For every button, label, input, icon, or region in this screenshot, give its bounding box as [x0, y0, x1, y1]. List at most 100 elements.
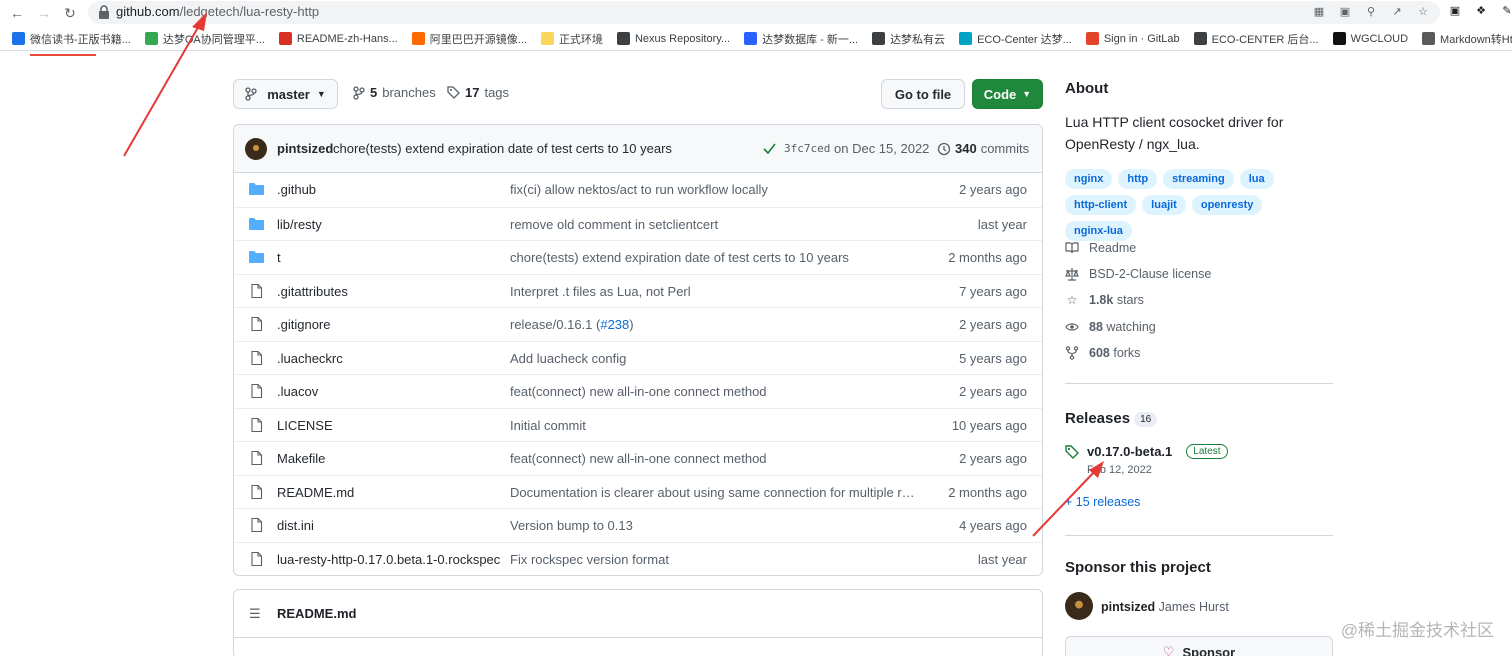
- zoom-icon[interactable]: ⚲: [1364, 5, 1378, 19]
- topic-tag[interactable]: streaming: [1163, 169, 1234, 189]
- forks-link[interactable]: 608 forks: [1065, 346, 1140, 360]
- file-name-link[interactable]: .gitattributes: [277, 284, 348, 299]
- topic-tag[interactable]: luajit: [1142, 195, 1186, 215]
- bookmark-item[interactable]: 达梦私有云: [872, 31, 945, 47]
- file-commit-message-link[interactable]: Interpret .t files as Lua, not Perl: [510, 284, 691, 299]
- file-commit-message-link[interactable]: chore(tests) extend expiration date of t…: [510, 250, 849, 265]
- bookmark-item[interactable]: 达梦OA协同管理平...: [144, 31, 265, 47]
- branch-select-button[interactable]: master ▼: [233, 79, 338, 109]
- tags-count: 17: [465, 85, 480, 100]
- readme-title[interactable]: README.md: [277, 606, 356, 621]
- file-commit-message-link[interactable]: fix(ci) allow nektos/act to run workflow…: [510, 182, 768, 197]
- releases-heading[interactable]: Releases 16: [1065, 410, 1158, 427]
- topic-tag[interactable]: nginx-lua: [1065, 221, 1132, 241]
- commit-sha[interactable]: 3fc7ced: [784, 142, 830, 155]
- file-commit-message-link[interactable]: feat(connect) new all-in-one connect met…: [510, 451, 767, 466]
- file-name-link[interactable]: t: [277, 250, 281, 265]
- file-row: .github fix(ci) allow nektos/act to run w…: [234, 173, 1042, 207]
- latest-release-tag[interactable]: v0.17.0-beta.1: [1087, 444, 1172, 459]
- more-releases-link[interactable]: + 15 releases: [1065, 495, 1140, 509]
- topic-tag[interactable]: http-client: [1065, 195, 1137, 215]
- file-name-link[interactable]: README.md: [277, 485, 354, 500]
- file-commit-message-link[interactable]: Version bump to 0.13: [510, 518, 633, 533]
- share-icon[interactable]: ↗: [1390, 5, 1404, 19]
- repo-description: Lua HTTP client cosocket driver for Open…: [1065, 114, 1284, 152]
- bookmark-item[interactable]: Markdown转Html...: [1422, 31, 1512, 47]
- license-link[interactable]: BSD-2-Clause license: [1065, 267, 1211, 281]
- extension-icon[interactable]: ❖: [1474, 4, 1488, 18]
- bookmark-item[interactable]: 正式环境: [540, 31, 603, 47]
- translate-icon[interactable]: ▦: [1312, 5, 1326, 19]
- readme-link[interactable]: Readme: [1065, 241, 1136, 255]
- back-icon[interactable]: ←: [8, 4, 26, 22]
- file-name-link[interactable]: Makefile: [277, 451, 325, 466]
- bookmark-item[interactable]: Nexus Repository...: [616, 32, 731, 45]
- sponsor-user[interactable]: pintsized James Hurst: [1101, 600, 1229, 614]
- check-icon[interactable]: [763, 143, 776, 154]
- file-age: 2 years ago: [959, 317, 1027, 332]
- file-commit-message-link[interactable]: Add luacheck config: [510, 351, 626, 366]
- file-name-link[interactable]: dist.ini: [277, 518, 314, 533]
- bookmark-item[interactable]: WGCLOUD: [1332, 32, 1408, 45]
- commit-message[interactable]: chore(tests) extend expiration date of t…: [333, 141, 672, 156]
- branches-link[interactable]: 5 branches: [353, 85, 436, 100]
- commits-link[interactable]: 340 commits: [937, 141, 1029, 156]
- file-commit-message-link[interactable]: Documentation is clearer about using sam…: [510, 485, 920, 500]
- watching-link[interactable]: 88 watching: [1065, 320, 1156, 334]
- bookmark-item[interactable]: ECO-Center 达梦...: [959, 31, 1072, 47]
- file-name-link[interactable]: .luacheckrc: [277, 351, 343, 366]
- bookmark-item[interactable]: 阿里巴巴开源镜像...: [411, 31, 527, 47]
- tags-link[interactable]: 17 tags: [447, 85, 509, 100]
- bookmark-item[interactable]: Sign in · GitLab: [1085, 32, 1180, 45]
- bookmark-label: Sign in · GitLab: [1103, 32, 1180, 45]
- topic-tag[interactable]: nginx: [1065, 169, 1113, 189]
- sponsor-username: pintsized: [1101, 600, 1156, 614]
- file-name-link[interactable]: .github: [277, 182, 316, 197]
- address-bar[interactable]: github.com/ledgetech/lua-resty-http ▦ ▣ …: [88, 1, 1440, 24]
- bookmark-favicon-icon: [616, 32, 630, 45]
- code-button[interactable]: Code ▼: [972, 79, 1043, 109]
- bookmark-label: Nexus Repository...: [634, 32, 731, 45]
- avatar[interactable]: [1065, 592, 1093, 620]
- reload-icon[interactable]: ↻: [61, 4, 79, 22]
- file-name-link[interactable]: LICENSE: [277, 418, 333, 433]
- file-name-link[interactable]: .gitignore: [277, 317, 330, 332]
- extension-icon[interactable]: ▣: [1448, 4, 1462, 18]
- releases-heading-label: Releases: [1065, 410, 1131, 427]
- bookmark-item[interactable]: README-zh-Hans...: [278, 32, 398, 45]
- file-name-link[interactable]: .luacov: [277, 384, 318, 399]
- list-icon[interactable]: ☰: [249, 606, 261, 622]
- bookmark-label: Markdown转Html...: [1440, 33, 1512, 46]
- file-list: .github fix(ci) allow nektos/act to run w…: [234, 173, 1042, 575]
- stars-link[interactable]: ☆ 1.8k stars: [1065, 293, 1144, 307]
- caret-down-icon: ▼: [316, 89, 326, 99]
- bookmark-label: 达梦私有云: [890, 33, 946, 46]
- bookmark-item[interactable]: ECO-CENTER 后台...: [1193, 31, 1319, 47]
- avatar[interactable]: [245, 138, 267, 160]
- file-commit-message-link[interactable]: Fix rockspec version format: [510, 552, 669, 567]
- sponsor-button[interactable]: ♡ Sponsor: [1065, 636, 1333, 656]
- bookmark-star-icon[interactable]: ☆: [1416, 5, 1430, 19]
- bookmark-item[interactable]: 达梦数据库 - 新一...: [744, 31, 858, 47]
- file-commit-message-link[interactable]: feat(connect) new all-in-one connect met…: [510, 384, 767, 399]
- file-name-link[interactable]: lua-resty-http-0.17.0.beta.1-0.rockspec: [277, 552, 500, 567]
- topic-tag[interactable]: http: [1118, 169, 1158, 189]
- file-commit-message-link[interactable]: remove old comment in setclientcert: [510, 217, 718, 232]
- tag-icon: [1065, 444, 1079, 459]
- latest-release[interactable]: v0.17.0-beta.1 Latest: [1065, 444, 1228, 459]
- commit-author[interactable]: pintsized: [277, 141, 333, 156]
- forward-icon[interactable]: →: [35, 4, 53, 22]
- go-to-file-button[interactable]: Go to file: [881, 79, 965, 109]
- pull-request-link[interactable]: #238: [600, 317, 629, 332]
- screenshot-icon[interactable]: ▣: [1338, 5, 1352, 19]
- puzzle-icon[interactable]: ✎: [1500, 4, 1512, 18]
- file-name-link[interactable]: lib/resty: [277, 217, 322, 232]
- topic-tag[interactable]: openresty: [1191, 195, 1263, 215]
- branch-icon: [353, 85, 365, 100]
- divider: [1065, 535, 1333, 536]
- bookmark-item[interactable]: 微信读书-正版书籍...: [12, 31, 131, 47]
- file-commit-message-link[interactable]: Initial commit: [510, 418, 586, 433]
- topic-tag[interactable]: lua: [1239, 169, 1274, 189]
- file-commit-message-link[interactable]: release/0.16.1 (#238): [510, 317, 634, 332]
- url-host: github.com: [116, 4, 180, 19]
